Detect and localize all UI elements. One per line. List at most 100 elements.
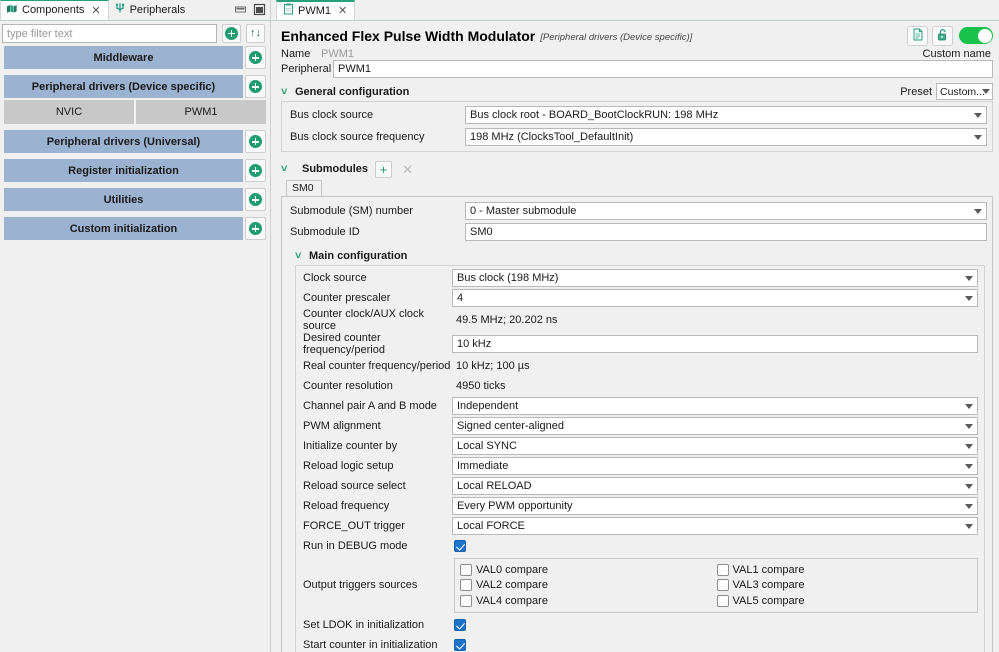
group-label: Custom initialization (69, 222, 178, 235)
desired-counter-frequency-input[interactable]: 10 kHz (452, 335, 978, 353)
group-peripheral-drivers-device-specific-add-button[interactable] (245, 75, 266, 98)
group-register-initialization-add-button[interactable] (245, 159, 266, 182)
chevron-down-icon (965, 276, 973, 281)
row-label: Channel pair A and B mode (303, 400, 437, 412)
submodule-number-combo[interactable]: 0 - Master submodule (465, 202, 987, 220)
row-bus-clock-source-frequency: Bus clock source frequency 198 MHz (Cloc… (287, 127, 987, 147)
checkbox[interactable] (460, 563, 472, 576)
document-button[interactable] (907, 25, 928, 46)
reload-frequency-combo[interactable]: Every PWM opportunity (452, 497, 978, 515)
group-peripheral-drivers-universal-bar[interactable]: Peripheral drivers (Universal) (4, 130, 243, 153)
close-icon[interactable]: ✕ (91, 4, 100, 17)
checkbox[interactable] (460, 594, 472, 607)
force-out-trigger-combo[interactable]: Local FORCE (452, 517, 978, 535)
group-utilities-add-button[interactable] (245, 188, 266, 211)
maximize-button[interactable] (253, 3, 266, 16)
row-label: Reload frequency (303, 500, 390, 512)
submodules-section: ˅ Submodules + ✕ SM0 Submodule (SM) numb… (281, 158, 993, 652)
group-peripheral-drivers-universal: Peripheral drivers (Universal) (4, 130, 266, 153)
submodule-id-input[interactable]: SM0 (465, 223, 987, 241)
component-item-pwm1[interactable]: PWM1 (136, 100, 266, 124)
group-utilities-bar[interactable]: Utilities (4, 188, 243, 211)
clock-source-combo[interactable]: Bus clock (198 MHz) (452, 269, 978, 287)
row-start-counter-in-initialization: Start counter in initialization (300, 635, 978, 652)
group-middleware-add-button[interactable] (245, 46, 266, 69)
combo-value: Local RELOAD (457, 480, 532, 492)
group-label: Peripheral drivers (Universal) (46, 135, 201, 148)
checkbox-label: VAL0 compare (476, 563, 548, 576)
editor-title-row: Enhanced Flex Pulse Width Modulator [Per… (271, 21, 999, 48)
combo-value: Bus clock (198 MHz) (457, 272, 559, 284)
group-custom-initialization: Custom initialization (4, 217, 266, 240)
component-label: NVIC (55, 106, 83, 118)
row-label: Output triggers sources (303, 579, 418, 592)
preset-value: Custom... (940, 86, 985, 98)
row-label: Bus clock source (290, 109, 374, 121)
set-ldok-checkbox[interactable] (454, 618, 466, 631)
page-subtitle: [Peripheral drivers (Device specific)] (540, 32, 693, 43)
start-counter-checkbox[interactable] (454, 638, 466, 651)
group-peripheral-drivers-universal-add-button[interactable] (245, 130, 266, 153)
output-trigger-val4[interactable]: VAL4 compare (460, 593, 717, 609)
submodule-tab-sm0[interactable]: SM0 (286, 180, 322, 196)
combo-value: Bus clock root - BOARD_BootClockRUN: 198… (470, 109, 719, 121)
reload-source-select-combo[interactable]: Local RELOAD (452, 477, 978, 495)
checkbox[interactable] (716, 594, 729, 607)
filter-input[interactable]: type filter text (2, 23, 217, 43)
counter-prescaler-combo[interactable]: 4 (452, 289, 978, 307)
tab-pwm1[interactable]: PWM1 ✕ (276, 0, 356, 20)
output-trigger-val5[interactable]: VAL5 compare (716, 593, 974, 609)
chevron-down-icon (965, 484, 973, 489)
checkbox[interactable] (716, 563, 729, 576)
chevron-down-icon (974, 113, 982, 118)
row-label: Counter prescaler (303, 292, 391, 304)
output-trigger-val2[interactable]: VAL2 compare (460, 578, 717, 594)
component-item-nvic[interactable]: NVIC (4, 100, 134, 124)
checkbox[interactable] (460, 579, 472, 592)
group-label: Middleware (93, 51, 154, 64)
unlock-button[interactable] (932, 25, 953, 46)
add-submodule-button[interactable]: + (375, 160, 393, 178)
preset-wrap: Preset Custom... (900, 83, 993, 100)
channel-pair-mode-combo[interactable]: Independent (452, 397, 978, 415)
enable-toggle[interactable] (959, 27, 993, 44)
sort-button[interactable]: ↑↓ (246, 23, 265, 43)
set-ldok-field (452, 618, 978, 631)
output-trigger-val3[interactable]: VAL3 compare (716, 578, 974, 594)
pwm-alignment-combo[interactable]: Signed center-aligned (452, 417, 978, 435)
preset-combo[interactable]: Custom... (936, 83, 993, 100)
combo-value: Every PWM opportunity (457, 500, 573, 512)
group-register-initialization-bar[interactable]: Register initialization (4, 159, 243, 182)
initialize-counter-by-combo[interactable]: Local SYNC (452, 437, 978, 455)
main-configuration-header[interactable]: ˅ Main configuration (295, 246, 987, 265)
peripheral-input[interactable]: PWM1 (333, 60, 993, 78)
output-trigger-val0[interactable]: VAL0 compare (460, 562, 717, 578)
remove-submodule-button[interactable]: ✕ (399, 161, 416, 178)
minimize-button[interactable] (234, 3, 247, 16)
close-icon[interactable]: ✕ (338, 4, 347, 17)
checkbox-label: VAL1 compare (732, 563, 805, 576)
row-label: Clock source (303, 272, 367, 284)
components-icon (6, 3, 18, 18)
bus-clock-source-frequency-combo[interactable]: 198 MHz (ClocksTool_DefaultInit) (465, 128, 987, 146)
group-custom-initialization-bar[interactable]: Custom initialization (4, 217, 243, 240)
general-configuration-header[interactable]: ˅ General configuration Preset Custom... (281, 82, 993, 101)
chevron-down-icon (965, 404, 973, 409)
add-icon (249, 164, 262, 177)
bus-clock-source-combo[interactable]: Bus clock root - BOARD_BootClockRUN: 198… (465, 106, 987, 124)
checkbox[interactable] (716, 579, 729, 592)
group-peripheral-drivers-device-specific-bar[interactable]: Peripheral drivers (Device specific) (4, 75, 243, 98)
run-in-debug-mode-checkbox[interactable] (454, 540, 466, 552)
tab-peripherals[interactable]: Peripherals (109, 0, 193, 20)
group-middleware: Middleware (4, 46, 266, 69)
filter-row: type filter text ↑↓ (0, 21, 270, 46)
chevron-down-icon: ˅ (295, 249, 302, 262)
output-trigger-val1[interactable]: VAL1 compare (716, 562, 974, 578)
group-middleware-bar[interactable]: Middleware (4, 46, 243, 69)
unlock-icon (937, 28, 949, 44)
reload-logic-setup-combo[interactable]: Immediate (452, 457, 978, 475)
chevron-down-icon[interactable]: ˅ (281, 163, 291, 175)
tab-components[interactable]: Components ✕ (0, 0, 109, 20)
group-custom-initialization-add-button[interactable] (245, 217, 266, 240)
add-component-button[interactable] (222, 23, 241, 43)
